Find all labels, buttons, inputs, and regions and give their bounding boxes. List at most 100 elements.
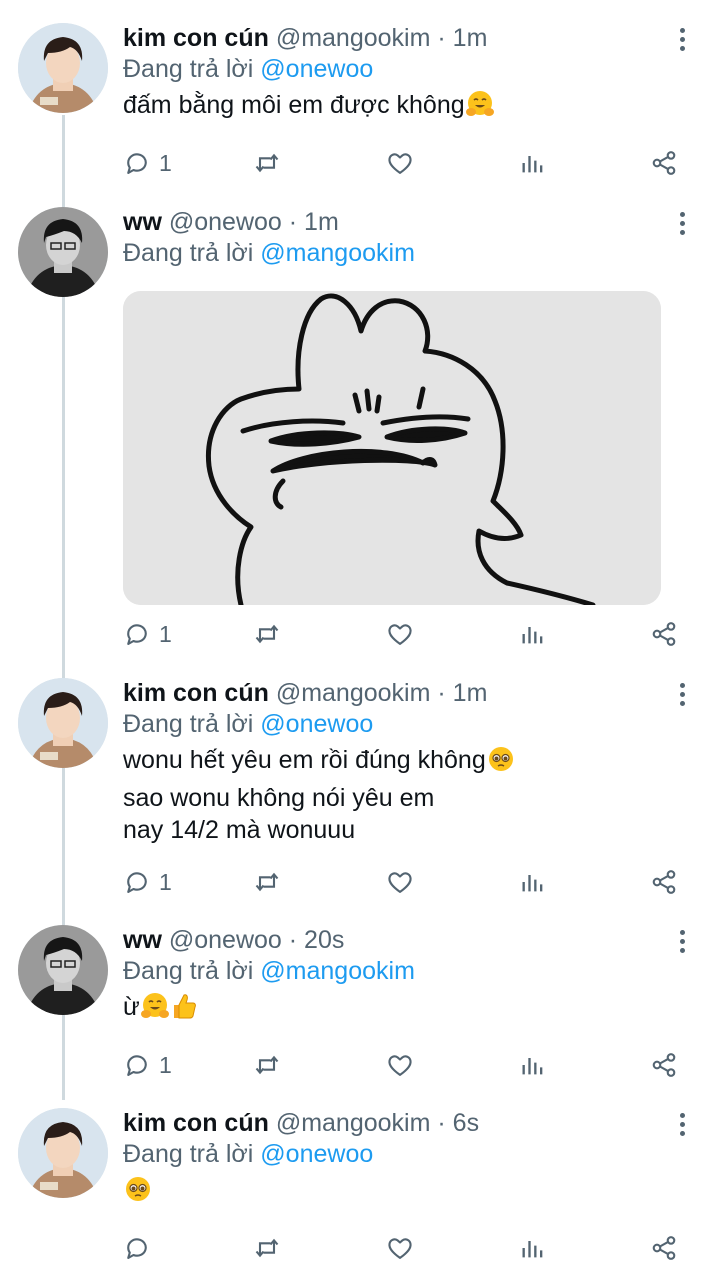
- more-options-button[interactable]: [672, 23, 692, 55]
- reply-icon: [127, 1055, 147, 1076]
- retweet-button[interactable]: [253, 147, 281, 179]
- analytics-button[interactable]: [519, 618, 547, 650]
- mention-link[interactable]: @mangookim: [260, 239, 415, 267]
- timestamp[interactable]: 20s: [304, 926, 344, 954]
- share-icon: [652, 622, 676, 646]
- user-handle[interactable]: @mangookim: [276, 1109, 431, 1137]
- more-options-button[interactable]: [672, 1108, 692, 1140]
- share-button[interactable]: [650, 1232, 678, 1264]
- replying-to: Đang trả lời @onewoo: [123, 708, 670, 740]
- thumbs-up-icon: [170, 991, 198, 1029]
- tweet-header: ww @onewoo · 1m: [123, 207, 670, 237]
- display-name[interactable]: ww: [123, 208, 162, 236]
- retweet-button[interactable]: [253, 1049, 281, 1081]
- reply-button[interactable]: 1: [123, 147, 172, 179]
- replying-to-label: Đang trả lời: [123, 1140, 254, 1168]
- tweet-header: ww @onewoo · 20s: [123, 925, 670, 955]
- reply-button[interactable]: 1: [123, 1049, 172, 1081]
- retweet-icon: [255, 153, 279, 173]
- tweet-text: [123, 1174, 670, 1212]
- more-options-button[interactable]: [672, 925, 692, 957]
- replying-to: Đang trả lời @mangookim: [123, 955, 670, 987]
- analytics-icon: [522, 1241, 543, 1258]
- share-icon: [652, 151, 676, 175]
- reply-icon: [127, 872, 147, 893]
- replying-to: Đang trả lời @mangookim: [123, 237, 670, 269]
- reply-button[interactable]: 1: [123, 866, 172, 898]
- user-handle[interactable]: @onewoo: [169, 208, 282, 236]
- retweet-icon: [255, 624, 279, 644]
- avatar-kim-con-cun[interactable]: [18, 678, 108, 768]
- tweet-media-image[interactable]: [123, 291, 661, 605]
- user-handle[interactable]: @onewoo: [169, 926, 282, 954]
- replying-to-label: Đang trả lời: [123, 239, 254, 267]
- timestamp[interactable]: 1m: [453, 679, 488, 707]
- reply-button[interactable]: 1: [123, 618, 172, 650]
- reply-button[interactable]: [123, 1232, 159, 1264]
- separator-dot: ·: [437, 679, 446, 707]
- display-name[interactable]: kim con cún: [123, 679, 269, 707]
- tweet-text-line: wonu hết yêu em rồi đúng không: [123, 746, 486, 774]
- mention-link[interactable]: @onewoo: [260, 1140, 373, 1168]
- analytics-button[interactable]: [519, 1049, 547, 1081]
- like-button[interactable]: [386, 866, 414, 898]
- more-options-button[interactable]: [672, 678, 692, 710]
- share-icon: [652, 1053, 676, 1077]
- share-button[interactable]: [650, 147, 678, 179]
- reply-count: 1: [159, 1051, 172, 1078]
- tweet-text-line: sao wonu không nói yêu em: [123, 784, 435, 812]
- like-button[interactable]: [386, 618, 414, 650]
- analytics-button[interactable]: [519, 1232, 547, 1264]
- analytics-icon: [522, 875, 543, 892]
- avatar-kim-con-cun[interactable]: [18, 1108, 108, 1198]
- avatar-ww[interactable]: [18, 925, 108, 1015]
- share-button[interactable]: [650, 1049, 678, 1081]
- heart-icon: [388, 872, 412, 893]
- like-button[interactable]: [386, 1049, 414, 1081]
- analytics-icon: [522, 156, 543, 173]
- retweet-button[interactable]: [253, 1232, 281, 1264]
- user-handle[interactable]: @mangookim: [276, 679, 431, 707]
- heart-icon: [388, 624, 412, 645]
- mention-link[interactable]: @onewoo: [260, 710, 373, 738]
- tweet-thread: kim con cún @mangookim · 1m Đang trả lời…: [0, 0, 720, 1271]
- reply-count: 1: [159, 868, 172, 895]
- reply-count: 1: [159, 620, 172, 647]
- more-options-button[interactable]: [672, 207, 692, 239]
- display-name[interactable]: ww: [123, 926, 162, 954]
- pleading-face-icon: [486, 744, 516, 782]
- user-handle[interactable]: @mangookim: [276, 24, 431, 52]
- smiling-face-with-open-hands-icon: [140, 991, 170, 1029]
- like-button[interactable]: [386, 1232, 414, 1264]
- replying-to-label: Đang trả lời: [123, 710, 254, 738]
- tweet-header: kim con cún @mangookim · 1m: [123, 678, 670, 708]
- replying-to-label: Đang trả lời: [123, 55, 254, 83]
- timestamp[interactable]: 1m: [453, 24, 488, 52]
- tweet-text-line: đấm bằng môi em được không: [123, 91, 465, 119]
- timestamp[interactable]: 1m: [304, 208, 339, 236]
- like-button[interactable]: [386, 147, 414, 179]
- share-icon: [652, 1236, 676, 1260]
- retweet-button[interactable]: [253, 866, 281, 898]
- share-button[interactable]: [650, 866, 678, 898]
- separator-dot: ·: [437, 24, 446, 52]
- share-button[interactable]: [650, 618, 678, 650]
- tweet-actions: [123, 1232, 683, 1264]
- tweet-actions: 1: [123, 866, 683, 898]
- avatar-ww[interactable]: [18, 207, 108, 297]
- heart-icon: [388, 1055, 412, 1076]
- analytics-button[interactable]: [519, 866, 547, 898]
- retweet-button[interactable]: [253, 618, 281, 650]
- timestamp[interactable]: 6s: [453, 1109, 479, 1137]
- reply-icon: [127, 153, 147, 174]
- mention-link[interactable]: @onewoo: [260, 55, 373, 83]
- grumpy-cartoon-sticker: [123, 291, 661, 605]
- reply-icon: [127, 624, 147, 645]
- mention-link[interactable]: @mangookim: [260, 957, 415, 985]
- display-name[interactable]: kim con cún: [123, 1109, 269, 1137]
- analytics-icon: [522, 1058, 543, 1075]
- display-name[interactable]: kim con cún: [123, 24, 269, 52]
- heart-icon: [388, 1238, 412, 1259]
- analytics-button[interactable]: [519, 147, 547, 179]
- avatar-kim-con-cun[interactable]: [18, 23, 108, 113]
